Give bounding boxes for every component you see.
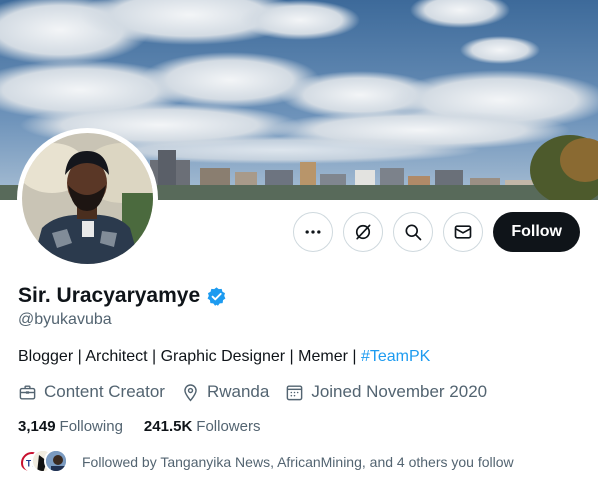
followers-count: 241.5K (143, 418, 193, 435)
bio: Blogger | Architect | Graphic Designer |… (18, 348, 583, 366)
mutual-avatars: TN (18, 449, 70, 475)
search-button[interactable] (393, 212, 434, 252)
avatar[interactable] (17, 128, 158, 269)
category-label: Content Creator (44, 382, 165, 401)
avatar-image[interactable] (22, 133, 153, 264)
bio-text: Blogger | Architect | Graphic Designer |… (18, 348, 361, 365)
followers-label: Followers (196, 418, 261, 435)
search-icon (405, 224, 422, 241)
mail-icon (455, 225, 472, 239)
profile-actions: Follow (293, 212, 580, 252)
following-link[interactable]: 3,149 Following (18, 418, 123, 435)
more-button[interactable] (293, 212, 334, 252)
follow-stats: 3,149 Following 241.5K Followers (18, 418, 583, 435)
location-item: Rwanda (181, 382, 269, 402)
category-item: Content Creator (18, 382, 165, 402)
followed-by-link[interactable]: TN Followed by Tanganyika News, AfricanM… (18, 449, 583, 475)
message-button[interactable] (443, 212, 484, 252)
calendar-icon (286, 384, 303, 400)
joined-label: Joined November 2020 (311, 382, 488, 401)
follow-button[interactable]: Follow (493, 212, 580, 252)
grok-button[interactable] (343, 212, 384, 252)
profile-info: Sir. Uracyaryamye @byukavuba Blogger | A… (18, 284, 583, 475)
joined-item: Joined November 2020 (285, 382, 487, 402)
user-handle: @byukavuba (18, 311, 112, 328)
bio-hashtag-link[interactable]: #TeamPK (361, 348, 430, 365)
verified-icon (207, 286, 226, 306)
briefcase-icon (19, 384, 36, 400)
grok-icon (356, 224, 371, 240)
following-label: Following (59, 418, 123, 435)
followers-link[interactable]: 241.5K Followers (144, 418, 261, 435)
profile-meta: Content Creator Rwanda Joined November 2… (18, 382, 583, 402)
name-row: Sir. Uracyaryamye (18, 284, 583, 308)
verified-badge[interactable] (206, 286, 227, 307)
display-name: Sir. Uracyaryamye (18, 284, 201, 307)
more-icon (305, 230, 321, 234)
following-count: 3,149 (18, 418, 56, 435)
location-pin-icon (184, 383, 197, 401)
followed-by-text: Followed by Tanganyika News, AfricanMini… (82, 454, 514, 470)
location-label: Rwanda (206, 382, 270, 401)
mutual-avatar (44, 449, 68, 473)
